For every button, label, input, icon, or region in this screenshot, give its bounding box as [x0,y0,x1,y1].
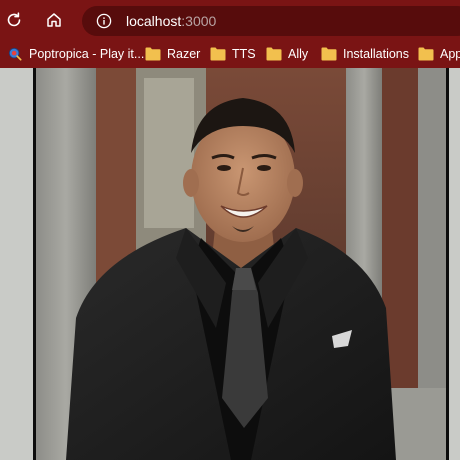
bookmark-ally[interactable]: Ally [266,44,308,64]
bookmark-label: Ally [288,47,309,61]
address-bar[interactable]: localhost:3000 [82,6,460,36]
home-icon [47,13,61,27]
bookmark-label: Razer [167,47,201,61]
bookmarks-bar: Poptropica - Play it... Razer TTS Ally I… [0,40,460,68]
poptropica-favicon-icon [8,47,22,61]
bookmark-label: Poptropica - Play it... [29,47,145,61]
info-icon[interactable] [96,13,112,29]
folder-icon [321,47,337,61]
folder-icon [266,47,282,61]
url-text[interactable]: localhost:3000 [126,13,216,29]
bookmark-installations[interactable]: Installations [321,44,409,64]
home-button[interactable] [42,8,66,32]
folder-icon [418,47,434,61]
url-host: localhost [126,13,182,29]
bookmark-razer[interactable]: Razer [145,44,200,64]
photo-frame [33,68,449,460]
bookmark-tts[interactable]: TTS [210,44,256,64]
portrait-photo [36,68,446,460]
url-port: :3000 [181,13,217,29]
bookmark-label: Installations [343,47,410,61]
folder-icon [145,47,161,61]
reload-button[interactable] [2,8,26,32]
bookmark-poptropica[interactable]: Poptropica - Play it... [7,44,144,64]
folder-icon [210,47,226,61]
browser-toolbar: localhost:3000 [0,0,460,40]
page-content [0,68,460,460]
bookmark-app[interactable]: App [418,44,460,64]
reload-icon [7,12,21,27]
bookmark-label: TTS [232,47,256,61]
bookmark-label: App [440,47,460,61]
portrait-illustration [36,68,446,460]
